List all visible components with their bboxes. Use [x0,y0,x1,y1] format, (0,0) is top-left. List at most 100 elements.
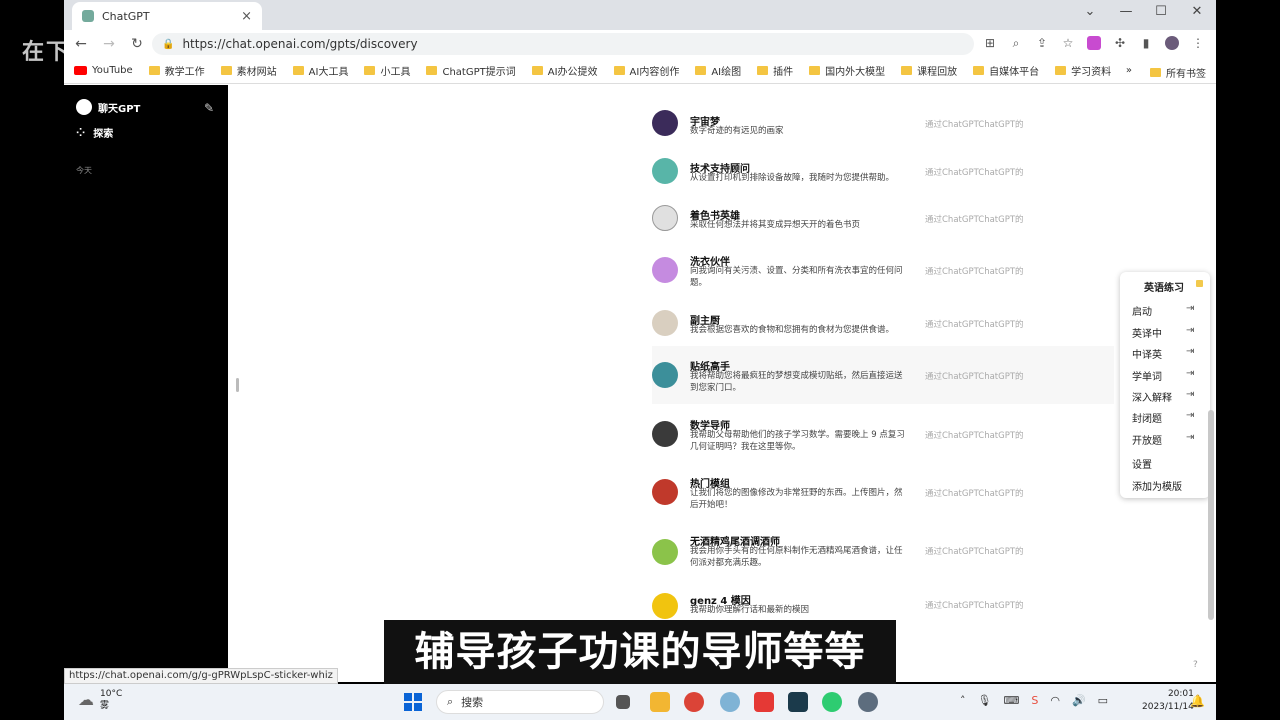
bookmark-folder[interactable]: 教学工作 [148,63,205,78]
gpt-list-item-hovered[interactable]: 贴纸高手 我将帮助您将最疯狂的梦想变成模切贴纸，然后直接运送到您家门口。 通过C… [652,346,1114,404]
folder-icon [901,66,913,75]
sidebar-item-explore[interactable]: ⁘ 探索 [76,125,113,140]
bookmark-folder[interactable]: 素材网站 [220,63,277,78]
menu-item-open-question[interactable]: 开放题 [1132,432,1162,447]
gpt-list-item[interactable]: 热门模组 让我们将您的图像修改为非常狂野的东西。上传图片，然后开始吧！ 通过Ch… [648,473,1118,525]
bookmark-folder[interactable]: 学习资料 [1055,63,1111,78]
english-practice-menu: 英语练习 启动 ⇥ 英译中 ⇥ 中译英 ⇥ 学单词 ⇥ 深入解释 ⇥ 封闭题 ⇥… [1120,272,1210,498]
bookmark-star-icon[interactable]: ☆ [1060,36,1076,53]
translate-icon[interactable]: ⊞ [982,36,998,53]
gpt-list-item[interactable]: 着色书英雄 采取任何想法并将其变成异想天开的着色书页 通过ChatGPTChat… [648,202,1118,254]
bookmark-folder[interactable]: 国内外大模型 [809,63,885,78]
bookmark-folder[interactable]: ChatGPT提示词 [426,63,516,78]
clock-time: 20:01 [1167,689,1194,699]
enter-arrow-icon[interactable]: ⇥ [1186,325,1194,336]
enter-arrow-icon[interactable]: ⇥ [1186,346,1194,357]
url-input[interactable]: 🔒 https://chat.openai.com/gpts/discovery [152,33,974,55]
help-button[interactable]: ? [1193,660,1198,670]
extensions-puzzle-icon[interactable]: ✣ [1112,36,1128,53]
openai-logo-icon [76,99,92,115]
bookmark-folder[interactable]: AI内容创作 [613,63,679,78]
address-bar-icons: ⊞ ⌕ ⇪ ☆ ✣ ▮ ⋮ [982,36,1206,53]
temperature: 10°C [100,689,123,699]
folder-icon [757,66,769,75]
forward-icon[interactable]: → [98,36,120,52]
chrome-icon[interactable] [684,692,704,712]
cloud-app-icon[interactable] [720,692,740,712]
tray-chevron-up-icon[interactable]: ˄ [960,694,966,707]
tab-close-icon[interactable]: × [241,9,252,24]
zoom-icon[interactable]: ⌕ [1008,36,1024,53]
chatgpt-sidebar: 聊天GPT ✎ ⁘ 探索 今天 [64,85,228,682]
taskbar-clock[interactable]: 20:01 2023/11/14 [1142,688,1194,714]
page-scrollbar[interactable] [1208,410,1214,620]
sidebar-item-chat[interactable]: 聊天GPT [76,99,140,115]
back-icon[interactable]: ← [70,36,92,52]
settings-gear-icon[interactable] [858,692,878,712]
menu-item-en-zh[interactable]: 英译中 [1132,325,1162,340]
menu-kebab-icon[interactable]: ⋮ [1190,36,1206,53]
bookmarks-overflow-icon[interactable]: » [1126,65,1132,80]
input-method-icon[interactable]: ⌨ [1003,694,1019,707]
menu-item-start[interactable]: 启动 [1132,303,1152,318]
bookmark-folder[interactable]: 小工具 [364,63,410,78]
share-icon[interactable]: ⇪ [1034,36,1050,53]
bookmark-folder[interactable]: 插件 [757,63,793,78]
wps-icon[interactable] [754,692,774,712]
tab-search-icon[interactable]: ⌄ [1080,4,1100,19]
gpt-list-item[interactable]: 技术支持顾问 从设置打印机到排除设备故障，我随时为您提供帮助。 通过ChatGP… [648,155,1118,207]
gpt-list-item[interactable]: 无酒精鸡尾酒调酒师 我会用你手头有的任何原料制作无酒精鸡尾酒食谱，让任何派对都充… [648,531,1118,583]
profile-avatar[interactable] [1164,36,1180,53]
menu-item-zh-en[interactable]: 中译英 [1132,346,1162,361]
windows-start-icon[interactable] [404,693,422,711]
enter-arrow-icon[interactable]: ⇥ [1186,368,1194,379]
reload-icon[interactable]: ↻ [126,36,148,52]
menu-item-explain[interactable]: 深入解释 [1132,389,1172,404]
gpt-list-item[interactable]: 宇宙梦 数字奇迹的有远见的画家 通过ChatGPTChatGPT的 [648,107,1118,159]
menu-item-closed-question[interactable]: 封闭题 [1132,410,1162,425]
new-chat-edit-icon[interactable]: ✎ [204,101,214,115]
extension-colorful-icon[interactable] [1086,36,1102,53]
volume-icon[interactable]: 🔊 [1072,694,1086,707]
enter-arrow-icon[interactable]: ⇥ [1186,389,1194,400]
bookmark-folder[interactable]: 课程回放 [901,63,957,78]
all-bookmarks[interactable]: 所有书签 [1150,65,1206,80]
gpt-list-item[interactable]: 洗衣伙伴 向我询问有关污渍、设置、分类和所有洗衣事宜的任何问题。 通过ChatG… [648,249,1118,301]
sidebar-resize-handle[interactable] [236,378,239,392]
app-tray-icon[interactable]: S [1031,694,1038,707]
enter-arrow-icon[interactable]: ⇥ [1186,303,1194,314]
maximize-icon[interactable]: ☐ [1151,4,1171,19]
battery-icon[interactable]: ▭ [1098,694,1108,707]
browser-window: ChatGPT × ⌄ — ☐ ✕ ← → ↻ 🔒 https://chat.o… [64,0,1216,682]
search-icon: ⌕ [447,695,454,708]
enter-arrow-icon[interactable]: ⇥ [1186,410,1194,421]
wechat-icon[interactable] [822,692,842,712]
wifi-icon[interactable]: ◠ [1050,694,1060,707]
terminal-app-icon[interactable] [788,692,808,712]
address-bar: ← → ↻ 🔒 https://chat.openai.com/gpts/dis… [64,30,1216,58]
bookmark-youtube[interactable]: YouTube [74,65,133,76]
close-window-icon[interactable]: ✕ [1187,4,1207,19]
weather-widget[interactable]: ☁ 10°C 雾 [78,688,122,712]
menu-item-vocab[interactable]: 学单词 [1132,368,1162,383]
notification-bell-icon[interactable]: 🔔 [1190,694,1205,708]
bookmark-folder[interactable]: AI绘图 [695,63,741,78]
gpt-avatar [652,539,678,565]
task-view-icon[interactable] [616,695,630,709]
side-panel-icon[interactable]: ▮ [1138,36,1154,53]
gpt-list-item[interactable]: 数学导师 我帮助父母帮助他们的孩子学习数学。需要晚上 9 点复习几何证明吗？我在… [648,415,1118,467]
menu-item-add-template[interactable]: 添加为模版 [1132,478,1182,493]
tab-chatgpt[interactable]: ChatGPT × [72,2,262,30]
taskbar-search-input[interactable]: ⌕ 搜索 [436,690,604,714]
minimize-icon[interactable]: — [1116,4,1136,19]
bookmark-folder[interactable]: 自媒体平台 [973,63,1039,78]
bookmark-folder[interactable]: AI大工具 [292,63,348,78]
fog-icon: ☁ [78,690,94,709]
microphone-icon[interactable]: 🎙 [978,694,992,707]
folder-icon [613,66,625,75]
bookmark-folder[interactable]: AI办公提效 [531,63,598,78]
tab-bar: ChatGPT × ⌄ — ☐ ✕ [64,0,1216,30]
file-explorer-icon[interactable] [650,692,670,712]
enter-arrow-icon[interactable]: ⇥ [1186,432,1194,443]
menu-item-settings[interactable]: 设置 [1132,456,1152,471]
